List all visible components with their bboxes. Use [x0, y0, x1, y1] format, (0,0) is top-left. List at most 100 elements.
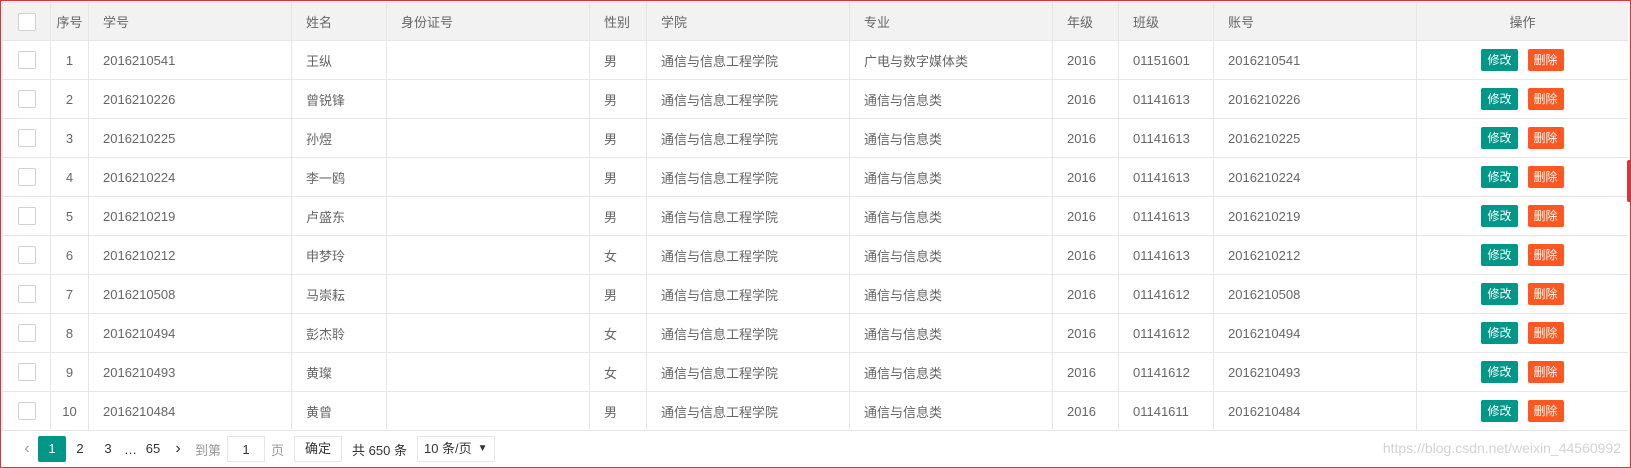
- table-row[interactable]: 6 2016210212 申梦玲女通信与信息工程学院 通信与信息类 2016 011416…: [2, 235, 1628, 275]
- page-button-3[interactable]: 3: [94, 436, 122, 462]
- table-row[interactable]: 9 2016210493 黄璨女通信与信息工程学院 通信与信息类 2016 0114161…: [2, 352, 1628, 392]
- header-account[interactable]: 账号: [1213, 2, 1417, 41]
- page-button-current[interactable]: 1: [38, 436, 66, 462]
- row-account: 2016210508: [1213, 274, 1417, 314]
- row-college: 通信与信息工程学院: [646, 391, 850, 431]
- row-student-id: 2016210494: [88, 313, 292, 353]
- row-checkbox[interactable]: [17, 246, 36, 264]
- row-grade: 2016: [1052, 235, 1119, 275]
- row-checkbox[interactable]: [17, 168, 36, 186]
- delete-button[interactable]: 删除: [1527, 205, 1564, 227]
- edit-button[interactable]: 修改: [1481, 49, 1518, 71]
- row-checkbox[interactable]: [17, 90, 36, 108]
- row-select-cell: [2, 274, 51, 314]
- row-checkbox[interactable]: [17, 402, 36, 420]
- row-account: 2016210226: [1213, 79, 1417, 119]
- row-select-cell: [2, 196, 51, 236]
- header-major[interactable]: 专业: [849, 2, 1053, 41]
- row-gender: 男: [589, 196, 647, 236]
- row-id-card: [386, 40, 590, 80]
- row-grade: 2016: [1052, 40, 1119, 80]
- row-actions: 修改 删除: [1416, 40, 1628, 80]
- side-scroll-marker: [1627, 160, 1631, 202]
- table-row[interactable]: 3 2016210225 孙煜男通信与信息工程学院 通信与信息类 2016 0114161…: [2, 118, 1628, 158]
- row-id-card: [386, 235, 590, 275]
- header-class[interactable]: 班级: [1118, 2, 1214, 41]
- select-all-checkbox[interactable]: [17, 12, 36, 31]
- header-name[interactable]: 姓名: [291, 2, 387, 41]
- row-checkbox[interactable]: [17, 285, 36, 303]
- chevron-left-icon[interactable]: ‹: [16, 440, 38, 458]
- table-row[interactable]: 10 2016210484 黄曾男通信与信息工程学院 通信与信息类 2016 011416…: [2, 391, 1628, 431]
- row-class: 01141613: [1118, 196, 1214, 236]
- page-button-last[interactable]: 65: [139, 436, 167, 462]
- edit-button[interactable]: 修改: [1481, 244, 1518, 266]
- edit-button[interactable]: 修改: [1481, 283, 1518, 305]
- row-select-cell: [2, 235, 51, 275]
- edit-button[interactable]: 修改: [1481, 205, 1518, 227]
- row-major: 广电与数字媒体类: [849, 40, 1053, 80]
- row-name: 黄曾: [291, 391, 387, 431]
- row-grade: 2016: [1052, 196, 1119, 236]
- edit-button[interactable]: 修改: [1481, 166, 1518, 188]
- row-checkbox[interactable]: [17, 207, 36, 225]
- delete-button[interactable]: 删除: [1527, 166, 1564, 188]
- row-name: 卢盛东: [291, 196, 387, 236]
- row-name: 申梦玲: [291, 235, 387, 275]
- header-grade[interactable]: 年级: [1052, 2, 1119, 41]
- page-size-select[interactable]: 10 条/页 ▼: [416, 436, 495, 462]
- row-checkbox[interactable]: [17, 51, 36, 69]
- delete-button[interactable]: 删除: [1527, 400, 1564, 422]
- table-row[interactable]: 8 2016210494 彭杰聆女通信与信息工程学院 通信与信息类 2016 011416…: [2, 313, 1628, 353]
- delete-button[interactable]: 删除: [1527, 88, 1564, 110]
- row-student-id: 2016210219: [88, 196, 292, 236]
- header-index[interactable]: 序号: [50, 2, 89, 41]
- row-index: 4: [50, 157, 89, 197]
- row-actions: 修改 删除: [1416, 79, 1628, 119]
- table-row[interactable]: 5 2016210219 卢盛东男通信与信息工程学院 通信与信息类 2016 011416…: [2, 196, 1628, 236]
- row-class: 01141613: [1118, 157, 1214, 197]
- row-name: 马崇耘: [291, 274, 387, 314]
- edit-button[interactable]: 修改: [1481, 322, 1518, 344]
- row-id-card: [386, 313, 590, 353]
- row-gender: 女: [589, 313, 647, 353]
- row-id-card: [386, 118, 590, 158]
- row-grade: 2016: [1052, 79, 1119, 119]
- goto-confirm-button[interactable]: 确定: [294, 436, 343, 462]
- row-college: 通信与信息工程学院: [646, 313, 850, 353]
- delete-button[interactable]: 删除: [1527, 49, 1564, 71]
- delete-button[interactable]: 删除: [1527, 283, 1564, 305]
- row-checkbox[interactable]: [17, 129, 36, 147]
- row-major: 通信与信息类: [849, 157, 1053, 197]
- page-button-2[interactable]: 2: [66, 436, 94, 462]
- table-row[interactable]: 1 2016210541 王纵男通信与信息工程学院 广电与数字媒体类 2016 01151…: [2, 40, 1628, 80]
- row-gender: 男: [589, 157, 647, 197]
- table-row[interactable]: 7 2016210508 马崇耘男通信与信息工程学院 通信与信息类 2016 011416…: [2, 274, 1628, 314]
- row-select-cell: [2, 118, 51, 158]
- row-id-card: [386, 391, 590, 431]
- delete-button[interactable]: 删除: [1527, 361, 1564, 383]
- header-gender[interactable]: 性别: [589, 2, 647, 41]
- row-college: 通信与信息工程学院: [646, 196, 850, 236]
- row-checkbox[interactable]: [17, 363, 36, 381]
- table-row[interactable]: 2 2016210226 曾锐锋男通信与信息工程学院 通信与信息类 2016 011416…: [2, 79, 1628, 119]
- table-row[interactable]: 4 2016210224 李一鸥男通信与信息工程学院 通信与信息类 2016 011416…: [2, 157, 1628, 197]
- edit-button[interactable]: 修改: [1481, 361, 1518, 383]
- row-checkbox[interactable]: [17, 324, 36, 342]
- row-name: 黄璨: [291, 352, 387, 392]
- header-id-card[interactable]: 身份证号: [386, 2, 590, 41]
- chevron-right-icon[interactable]: ›: [167, 440, 189, 458]
- header-student-id[interactable]: 学号: [88, 2, 292, 41]
- row-major: 通信与信息类: [849, 274, 1053, 314]
- edit-button[interactable]: 修改: [1481, 127, 1518, 149]
- edit-button[interactable]: 修改: [1481, 88, 1518, 110]
- row-account: 2016210493: [1213, 352, 1417, 392]
- delete-button[interactable]: 删除: [1527, 127, 1564, 149]
- edit-button[interactable]: 修改: [1481, 400, 1518, 422]
- header-ops: 操作: [1416, 2, 1628, 41]
- row-class: 01141613: [1118, 79, 1214, 119]
- header-college[interactable]: 学院: [646, 2, 850, 41]
- goto-page-input[interactable]: [227, 436, 266, 462]
- delete-button[interactable]: 删除: [1527, 244, 1564, 266]
- delete-button[interactable]: 删除: [1527, 322, 1564, 344]
